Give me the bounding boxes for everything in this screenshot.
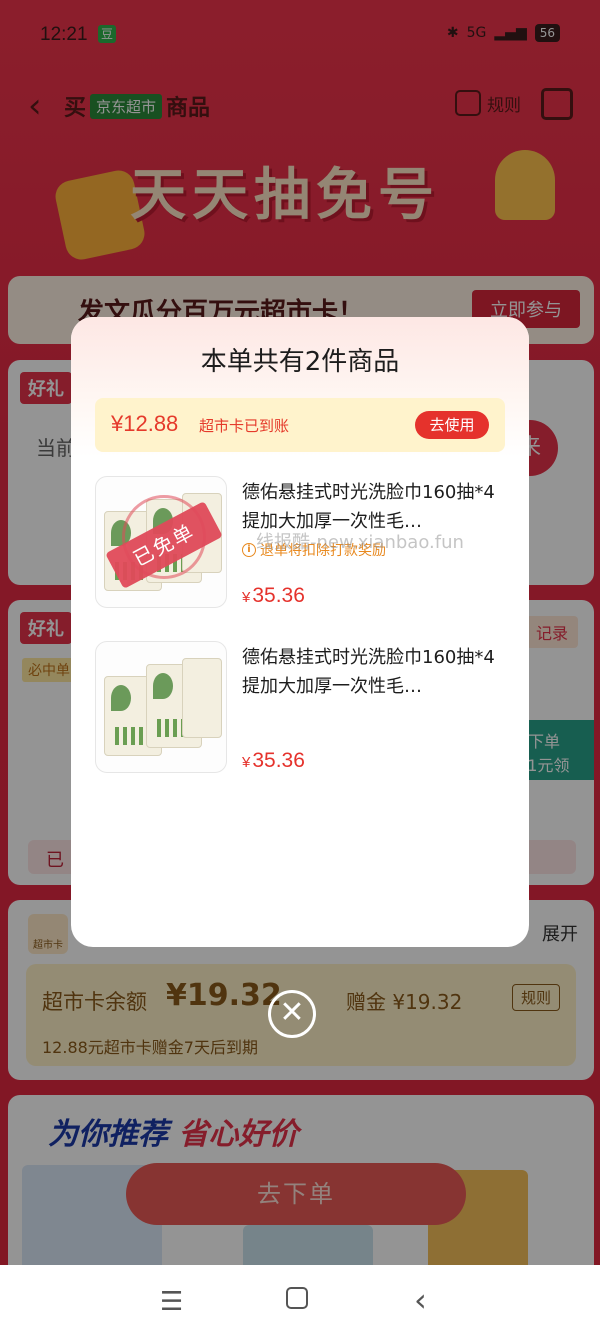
system-nav-bar: ☰ ‹ [0,1265,600,1335]
order-items-modal: 本单共有2件商品 ¥12.88 超市卡已到账 去使用 已免单 德佑悬挂式时光洗脸… [71,317,529,947]
price-value: 35.36 [252,584,305,607]
currency-symbol: ¥ [242,589,251,606]
modal-title: 本单共有2件商品 [200,347,400,377]
product-image [95,641,227,773]
price-value: 35.36 [252,749,305,772]
close-icon[interactable]: ✕ [268,990,316,1038]
reward-amount: ¥12.88 [111,411,179,436]
home-icon[interactable] [286,1287,308,1309]
product-price: ¥35.36 [242,584,305,608]
info-icon: i [242,543,256,557]
currency-symbol: ¥ [242,754,251,771]
tissue-pack [182,658,222,738]
product-item[interactable]: 德佑悬挂式时光洗脸巾160抽*4提加大加厚一次性毛… ¥35.36 [95,641,505,773]
use-now-button[interactable]: 去使用 [415,411,489,439]
menu-icon[interactable]: ☰ [160,1287,183,1317]
reward-bar: ¥12.88 超市卡已到账 去使用 [95,398,505,452]
reward-text: 超市卡已到账 [199,417,290,435]
product-price: ¥35.36 [242,749,305,773]
product-name: 德佑悬挂式时光洗脸巾160抽*4提加大加厚一次性毛… [242,647,495,697]
product-image: 已免单 [95,476,227,608]
watermark-text: 线报酷-new.xianbao.fun [256,532,464,553]
back-icon[interactable]: ‹ [414,1281,427,1319]
